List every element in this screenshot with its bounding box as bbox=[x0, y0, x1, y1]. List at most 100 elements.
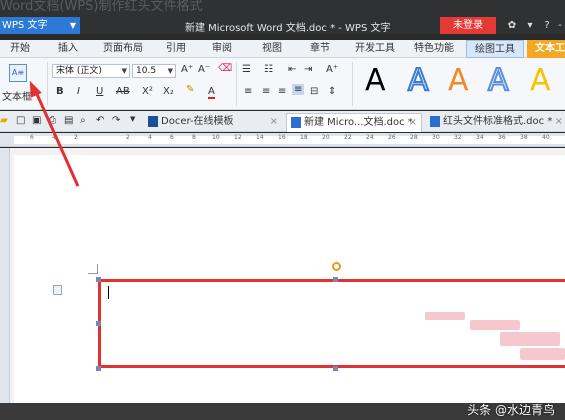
ruler-number: 38 bbox=[520, 134, 528, 141]
doc-tab-docer[interactable]: Docer-在线模板 × bbox=[144, 113, 284, 132]
align-left-icon[interactable]: ≡ bbox=[244, 86, 252, 97]
tab-insert[interactable]: 插入 bbox=[58, 40, 78, 58]
tab-developer[interactable]: 开发工具 bbox=[355, 40, 395, 58]
font-size-value: 10.5 bbox=[136, 66, 157, 76]
ruler-number: 16 bbox=[278, 134, 286, 141]
shrink-font-icon[interactable]: A⁻ bbox=[198, 64, 210, 75]
ruler-number: 10 bbox=[212, 134, 220, 141]
align-center-icon[interactable]: ≡ bbox=[262, 86, 270, 97]
ruler-number: 34 bbox=[476, 134, 484, 141]
clear-format-icon[interactable]: ⌫ bbox=[218, 63, 232, 74]
close-icon[interactable]: × bbox=[555, 113, 563, 131]
outdent-icon[interactable]: ⇤ bbox=[288, 64, 296, 75]
rotate-handle-icon[interactable] bbox=[332, 262, 341, 271]
numbered-list-icon[interactable]: ☷ bbox=[264, 64, 273, 75]
ruler-number: 30 bbox=[432, 134, 440, 141]
tab-special[interactable]: 特色功能 bbox=[414, 40, 454, 58]
find-icon[interactable]: ⌕ bbox=[80, 115, 86, 126]
divider bbox=[236, 62, 237, 106]
doc-tab-label: Docer-在线模板 bbox=[161, 116, 234, 127]
wordart-style-1[interactable]: A bbox=[365, 66, 386, 96]
line-spacing-icon[interactable]: ⇕ bbox=[328, 86, 336, 97]
more-icon[interactable]: - bbox=[553, 17, 565, 34]
justify-icon[interactable]: ≡ bbox=[292, 84, 305, 95]
tab-drawing-tools[interactable]: 绘图工具 bbox=[466, 40, 524, 58]
resize-handle[interactable] bbox=[333, 277, 338, 282]
ruler-number: 2 bbox=[126, 134, 130, 141]
tab-review[interactable]: 审阅 bbox=[212, 40, 232, 58]
title-bar: Word文档(WPS)制作红头文件格式 WPS 文字 ▼ 新建 Microsof… bbox=[0, 0, 565, 34]
bullet-list-icon[interactable]: ☰ bbox=[242, 64, 251, 75]
paragraph-layout-icon[interactable] bbox=[53, 285, 62, 295]
close-icon[interactable]: × bbox=[270, 113, 278, 131]
strikethrough-button[interactable]: AB bbox=[116, 86, 130, 97]
docer-icon bbox=[148, 115, 158, 127]
skin-icon[interactable]: ✿ bbox=[505, 17, 519, 34]
font-name-value: 宋体 (正文) bbox=[56, 66, 102, 76]
divider bbox=[47, 62, 48, 106]
textbox-frame[interactable] bbox=[98, 279, 565, 368]
superscript-button[interactable]: X² bbox=[142, 86, 153, 97]
doc-tab-new-word[interactable]: 新建 Micro...文档.doc * × bbox=[286, 113, 422, 132]
wordart-style-4[interactable]: A bbox=[487, 65, 509, 97]
tab-references[interactable]: 引用 bbox=[166, 40, 186, 58]
tab-section[interactable]: 章节 bbox=[310, 40, 330, 58]
tab-page-layout[interactable]: 页面布局 bbox=[103, 40, 143, 58]
vertical-ruler[interactable] bbox=[0, 148, 10, 403]
watermark-text: 头条 @水边青鸟 bbox=[467, 403, 555, 417]
help-icon[interactable]: ? bbox=[540, 17, 554, 34]
italic-button[interactable]: I bbox=[77, 86, 80, 97]
resize-handle[interactable] bbox=[333, 366, 338, 371]
divider bbox=[352, 62, 353, 106]
indent-icon[interactable]: ⇥ bbox=[304, 64, 312, 75]
text-effect-icon[interactable]: A⁺ bbox=[326, 64, 338, 75]
wordart-style-5[interactable]: A bbox=[530, 66, 551, 96]
font-size-select[interactable]: 10.5 ▼ bbox=[132, 64, 176, 78]
save-icon[interactable]: ▣ bbox=[32, 115, 41, 126]
ruler-number: 32 bbox=[454, 134, 462, 141]
doc-tab-label: 新建 Micro...文档.doc * bbox=[304, 117, 413, 128]
ruler-number: 40 bbox=[542, 134, 550, 141]
underline-button[interactable]: U bbox=[96, 86, 103, 97]
ruler-number: 14 bbox=[256, 134, 264, 141]
ruler-number: 6 bbox=[170, 134, 174, 141]
textbox-icon[interactable]: A≡ bbox=[9, 64, 27, 82]
ruler-number: 26 bbox=[388, 134, 396, 141]
print-preview-icon[interactable]: ▤ bbox=[64, 115, 73, 126]
wordart-style-2[interactable]: A bbox=[407, 65, 429, 97]
ruler-number: 6 bbox=[30, 134, 34, 141]
tab-home[interactable]: 开始 bbox=[10, 40, 30, 58]
ruler-number: 20 bbox=[322, 134, 330, 141]
folder-icon[interactable]: ▰ bbox=[0, 115, 8, 126]
doc-tab-label: 红头文件标准格式.doc * bbox=[443, 116, 553, 127]
document-tab-bar: ▰ □ ▣ ⎙ ▤ ⌕ ↶ ↷ ▼ Docer-在线模板 × 新建 Micro.… bbox=[0, 111, 565, 132]
undo-icon[interactable]: ↶ bbox=[96, 115, 104, 126]
subscript-button[interactable]: X₂ bbox=[163, 86, 174, 97]
align-right-icon[interactable]: ≡ bbox=[278, 86, 286, 97]
resize-handle[interactable] bbox=[96, 277, 101, 282]
horizontal-ruler[interactable]: 6 4 2 2 4 6 8 10 12 14 16 18 20 22 24 26… bbox=[0, 133, 565, 147]
tab-text-tools[interactable]: 文本工具 bbox=[527, 40, 565, 58]
tab-view[interactable]: 视图 bbox=[262, 40, 282, 58]
font-color-button[interactable]: A bbox=[208, 86, 215, 99]
redo-icon[interactable]: ↷ bbox=[112, 115, 120, 126]
ruler-number: 24 bbox=[366, 134, 374, 141]
doc-tab-redhead[interactable]: 红头文件标准格式.doc * × bbox=[426, 113, 565, 132]
font-name-select[interactable]: 宋体 (正文) ▼ bbox=[52, 64, 130, 78]
highlight-icon[interactable]: ✎ bbox=[186, 84, 194, 95]
wps-app-label: WPS 文字 bbox=[2, 20, 48, 31]
resize-handle[interactable] bbox=[96, 321, 101, 326]
window-title: 新建 Microsoft Word 文档.doc * - WPS 文字 bbox=[185, 23, 391, 34]
wordart-style-3[interactable]: A bbox=[448, 66, 469, 96]
close-icon[interactable]: × bbox=[409, 114, 417, 132]
wps-app-button[interactable]: WPS 文字 ▼ bbox=[0, 17, 80, 34]
ruler-number: 22 bbox=[344, 134, 352, 141]
new-doc-icon[interactable]: □ bbox=[16, 115, 25, 126]
grow-font-icon[interactable]: A⁺ bbox=[181, 64, 193, 75]
bold-button[interactable]: B bbox=[56, 86, 64, 97]
resize-handle[interactable] bbox=[96, 366, 101, 371]
login-button[interactable]: 未登录 bbox=[440, 17, 496, 34]
chevron-down-icon[interactable]: ▼ bbox=[130, 115, 135, 123]
shirt-icon[interactable]: ▾ bbox=[523, 17, 537, 34]
distribute-icon[interactable]: ⊟ bbox=[310, 86, 318, 97]
